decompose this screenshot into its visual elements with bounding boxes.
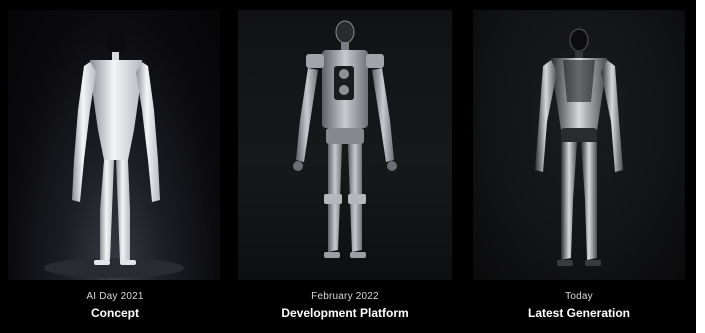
concept-date: AI Day 2021 <box>86 291 144 302</box>
latest-caption: Today Latest Generation <box>464 291 694 321</box>
development-robot-image <box>238 10 452 280</box>
latest-date: Today <box>565 291 593 302</box>
concept-title: Concept <box>91 306 139 320</box>
latest-title: Latest Generation <box>527 306 631 320</box>
development-title: Development Platform <box>281 306 409 320</box>
development-robot-figure <box>293 20 397 258</box>
concept-robot-figure <box>44 30 184 278</box>
development-date: February 2022 <box>311 291 379 302</box>
timeline-stage: AI Day 2021 Concept February 2022 Develo… <box>0 0 696 333</box>
development-caption: February 2022 Development Platform <box>230 291 460 321</box>
concept-robot-image <box>8 10 220 280</box>
latest-robot-image <box>473 10 685 280</box>
latest-robot-figure <box>535 28 623 266</box>
concept-caption: AI Day 2021 Concept <box>0 291 230 321</box>
